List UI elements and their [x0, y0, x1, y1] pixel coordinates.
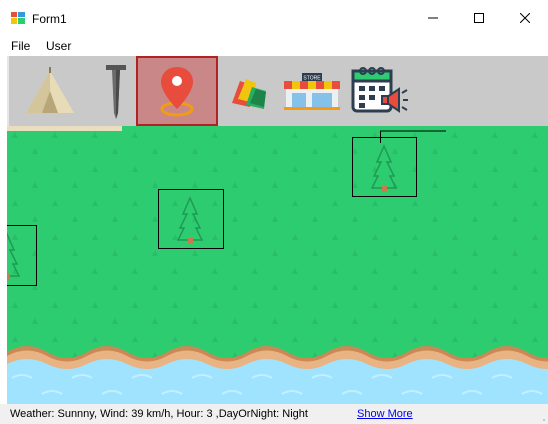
tool-calendar[interactable]: [347, 56, 411, 126]
maximize-icon: [474, 13, 484, 23]
bells-icon: [232, 79, 266, 109]
map-object-tree[interactable]: [352, 137, 417, 197]
pine-tree-icon: [176, 196, 204, 244]
status-weather-text: Weather: Sunnny, Wind: 39 km/h, Hour: 3 …: [10, 408, 308, 420]
winforms-app-icon: [11, 12, 25, 24]
menu-file[interactable]: File: [11, 39, 30, 53]
location-pin-icon: [160, 67, 194, 117]
status-bar: Weather: Sunnny, Wind: 39 km/h, Hour: 3 …: [0, 404, 548, 424]
map-object-tree[interactable]: [158, 189, 224, 249]
tool-nail[interactable]: [101, 56, 131, 126]
minimize-button[interactable]: [410, 0, 456, 36]
tool-location-pin[interactable]: [136, 56, 218, 126]
minimize-icon: [428, 17, 438, 19]
window-title: Form1: [32, 12, 67, 26]
pine-tree-icon: [370, 144, 398, 192]
maximize-button[interactable]: [456, 0, 502, 36]
tool-palette: STORE: [7, 56, 548, 126]
nail-icon: [106, 65, 126, 119]
map-object-tree[interactable]: [7, 225, 37, 286]
svg-text:STORE: STORE: [303, 76, 321, 82]
calendar-announcement-icon: [351, 67, 408, 113]
tool-bells[interactable]: [225, 56, 271, 126]
title-bar: Form1: [0, 0, 548, 36]
resize-grip-icon[interactable]: [536, 412, 546, 422]
game-map[interactable]: [7, 126, 548, 404]
map-terrain: [7, 126, 548, 404]
menu-user[interactable]: User: [46, 39, 71, 53]
store-icon: STORE: [284, 73, 340, 110]
close-button[interactable]: [502, 0, 548, 36]
map-edge-strip: [7, 126, 122, 131]
menu-bar: File User: [0, 36, 548, 56]
show-more-link[interactable]: Show More: [357, 408, 413, 420]
tool-store[interactable]: STORE: [280, 56, 344, 126]
tent-icon: [26, 67, 74, 113]
tool-tent[interactable]: [19, 56, 81, 126]
close-icon: [520, 13, 530, 23]
pine-tree-icon: [7, 232, 21, 280]
